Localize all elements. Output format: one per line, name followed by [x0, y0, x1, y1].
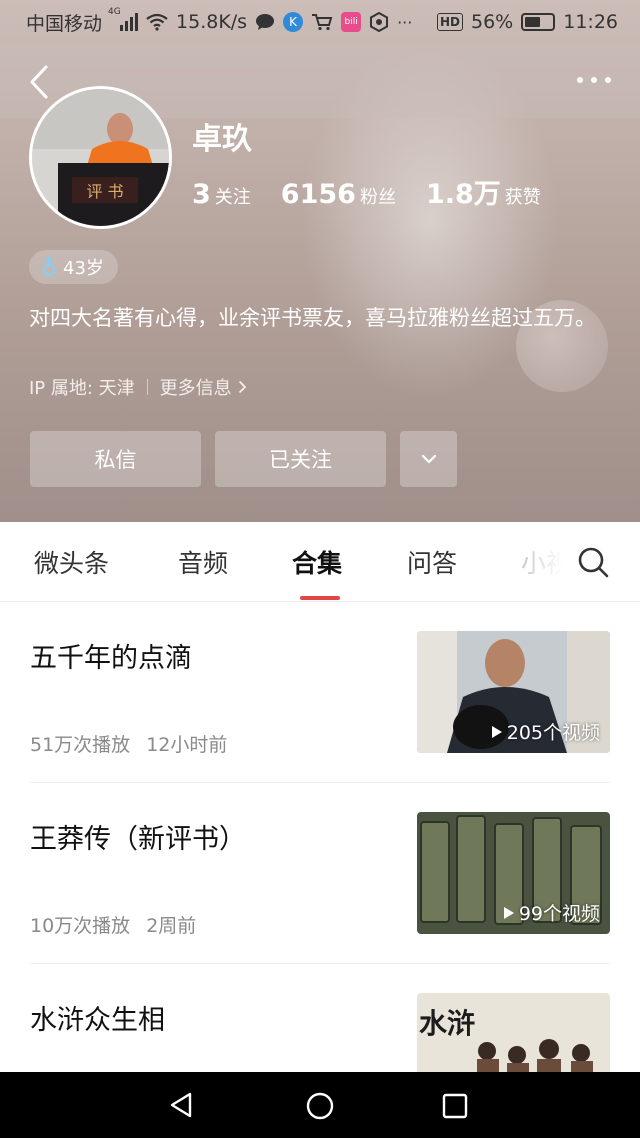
profile-name: 卓玖: [192, 122, 252, 157]
bilibili-icon: bili: [341, 12, 362, 32]
more-options-icon[interactable]: [574, 70, 614, 90]
signal-icon: 4G: [108, 7, 139, 31]
stat-likes[interactable]: 1.8万 获赞: [426, 172, 541, 211]
more-notifications: ···: [397, 12, 413, 32]
stat-followers-count: 6156: [280, 179, 356, 210]
avatar-photo: 评 书: [32, 89, 169, 226]
message-button[interactable]: 私信: [30, 431, 201, 487]
system-nav-bar: [0, 1072, 640, 1138]
divider: [146, 379, 148, 395]
tab-audio[interactable]: 音频: [178, 544, 228, 580]
recents-square-icon[interactable]: [441, 1092, 469, 1120]
list-item[interactable]: 王莽传（新评书） 10万次播放 2周前 99个视频: [0, 783, 640, 965]
more-info-link[interactable]: 更多信息: [160, 374, 247, 400]
collection-title: 五千年的点滴: [30, 643, 192, 674]
status-bar: 中国移动 4G 15.8K/s K bili ··· HD 56% 11:26: [0, 0, 640, 44]
age-text: 43岁: [63, 258, 104, 279]
svg-text:评 书: 评 书: [86, 182, 123, 201]
collection-thumbnail: 99个视频: [417, 812, 610, 934]
stat-following-label: 关注: [214, 187, 251, 208]
stat-followers-label: 粉丝: [359, 187, 396, 208]
video-count-badge: 205个视频: [491, 718, 600, 745]
video-count-badge: 99个视频: [503, 899, 600, 926]
more-info-label: 更多信息: [159, 378, 232, 399]
play-count: 10万次播放: [30, 915, 131, 937]
back-arrow-icon[interactable]: [24, 64, 54, 100]
network-speed: 15.8K/s: [176, 11, 248, 33]
clock: 11:26: [563, 11, 618, 33]
message-button-label: 私信: [94, 448, 137, 472]
collection-meta: 10万次播放 2周前: [30, 911, 196, 938]
video-count: 205个视频: [506, 722, 600, 744]
age-badge: 43岁: [29, 250, 118, 284]
search-icon[interactable]: [575, 544, 611, 580]
tab-collections[interactable]: 合集: [292, 544, 342, 580]
male-icon: [43, 257, 55, 276]
stat-likes-label: 获赞: [504, 187, 541, 208]
stat-following[interactable]: 3 关注: [192, 179, 251, 210]
profile-bio: 对四大名著有心得，业余评书票友，喜马拉雅粉丝超过五万。: [29, 306, 596, 330]
active-tab-indicator: [300, 596, 340, 600]
hexagon-app-icon: [370, 12, 389, 32]
stat-following-count: 3: [192, 179, 211, 210]
avatar[interactable]: 评 书: [29, 86, 172, 229]
collection-thumbnail: 205个视频: [417, 631, 610, 753]
list-item[interactable]: 五千年的点滴 51万次播放 12小时前 205个视频: [0, 602, 640, 784]
stat-followers[interactable]: 6156 粉丝: [281, 179, 396, 210]
update-time: 2周前: [146, 915, 197, 937]
ip-row: IP 属地: 天津 更多信息: [29, 374, 247, 400]
cart-icon: [312, 14, 333, 31]
chevron-down-icon: [421, 454, 436, 464]
collection-meta: 51万次播放 12小时前: [30, 730, 227, 757]
battery-percent: 56%: [471, 11, 514, 33]
followed-button-label: 已关注: [269, 448, 332, 472]
tab-fade: [512, 540, 572, 580]
svg-text:水浒: 水浒: [419, 1007, 475, 1040]
chat-notification-icon: [256, 14, 275, 30]
video-count: 99个视频: [518, 903, 600, 925]
play-icon: [491, 725, 502, 738]
update-time: 12小时前: [146, 734, 228, 756]
collection-title: 水浒众生相: [30, 1005, 165, 1036]
expand-button[interactable]: [400, 431, 457, 487]
k-app-icon: K: [283, 12, 304, 32]
home-circle-icon[interactable]: [305, 1091, 335, 1121]
tab-weitoutiao[interactable]: 微头条: [34, 544, 109, 580]
profile-stats: 3 关注 6156 粉丝 1.8万 获赞: [192, 172, 541, 211]
back-triangle-icon[interactable]: [168, 1091, 196, 1119]
ip-location: IP 属地: 天津: [29, 378, 135, 399]
play-count: 51万次播放: [30, 734, 131, 756]
play-icon: [503, 906, 514, 919]
stat-likes-count: 1.8万: [425, 179, 501, 210]
followed-button[interactable]: 已关注: [215, 431, 386, 487]
hd-icon: HD: [436, 13, 463, 31]
collection-title: 王莽传（新评书）: [30, 824, 246, 855]
tab-qa[interactable]: 问答: [407, 544, 457, 580]
chevron-right-icon: [238, 380, 246, 394]
wifi-icon: [146, 13, 168, 31]
carrier-label: 中国移动: [26, 12, 103, 35]
battery-icon: [521, 13, 556, 31]
